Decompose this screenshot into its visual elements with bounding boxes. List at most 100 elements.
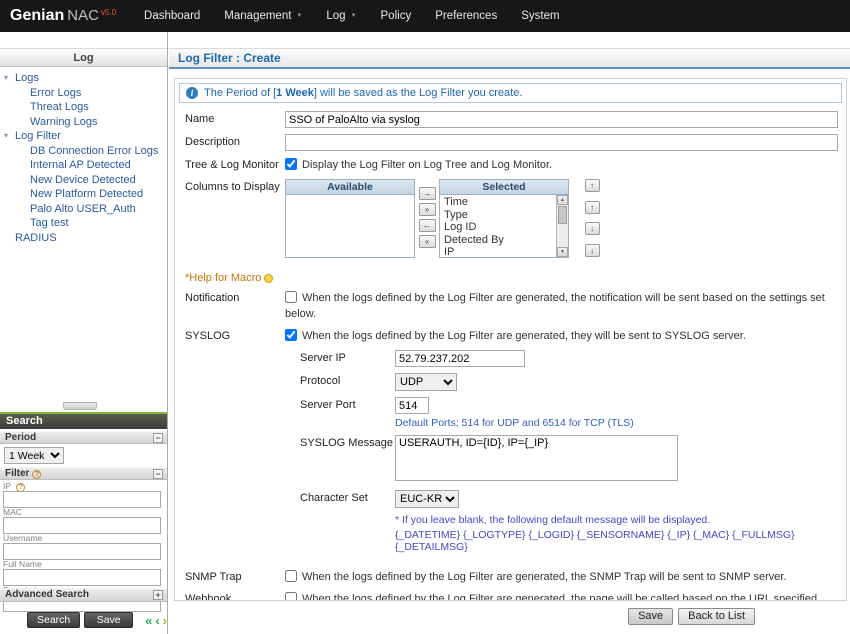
expand-icon[interactable]: + bbox=[153, 590, 163, 600]
move-left-icon[interactable]: ← bbox=[419, 219, 436, 232]
period-select[interactable]: 1 Week bbox=[4, 447, 64, 464]
collapse-icon[interactable]: − bbox=[153, 433, 163, 443]
syslog-message-field[interactable]: USERAUTH, ID={ID}, IP={_IP} bbox=[395, 435, 678, 481]
description-label: Description bbox=[185, 134, 285, 148]
menu-log[interactable]: Log▼ bbox=[314, 0, 368, 32]
scrollbar-thumb[interactable] bbox=[558, 206, 567, 224]
move-up-icon[interactable]: ↑ bbox=[585, 201, 600, 214]
username-filter-input[interactable] bbox=[3, 543, 161, 560]
search-panel-header: Search bbox=[0, 412, 167, 429]
tree-item-radius[interactable]: RADIUS bbox=[0, 231, 167, 246]
move-top-icon[interactable]: ↑ bbox=[585, 179, 600, 192]
tree-item-logs[interactable]: ▾Logs bbox=[0, 71, 167, 86]
server-port-field[interactable] bbox=[395, 397, 429, 414]
port-hint-text: Default Ports; 514 for UDP and 6514 for … bbox=[395, 417, 842, 429]
back-to-list-button[interactable]: Back to List bbox=[678, 608, 755, 625]
selected-column-ip[interactable]: IP bbox=[440, 246, 556, 257]
sidebar: Log ▾Logs Error Logs Threat Logs Warning… bbox=[0, 32, 168, 634]
scroll-up-icon[interactable]: ▲ bbox=[557, 195, 568, 205]
help-for-macro-link[interactable]: *Help for Macro bbox=[185, 272, 273, 284]
scroll-down-icon[interactable]: ▼ bbox=[557, 247, 568, 257]
selected-header: Selected bbox=[440, 180, 568, 195]
lightbulb-icon bbox=[264, 274, 273, 283]
server-port-label: Server Port bbox=[300, 397, 395, 411]
tree-item-palo-alto-user-auth[interactable]: Palo Alto USER_Auth bbox=[0, 202, 167, 217]
tree-item-warning-logs[interactable]: Warning Logs bbox=[0, 115, 167, 130]
app-window: Genian NAC v5.0 Dashboard Management▼ Lo… bbox=[0, 0, 850, 634]
webhook-checkbox[interactable] bbox=[285, 592, 297, 601]
description-field[interactable] bbox=[285, 134, 838, 151]
search-button[interactable]: Search bbox=[27, 612, 80, 628]
notification-checkbox[interactable] bbox=[285, 291, 297, 303]
tree-monitor-checkbox[interactable] bbox=[285, 158, 297, 170]
move-down-icon[interactable]: ↓ bbox=[585, 222, 600, 235]
webhook-label: Webhook bbox=[185, 591, 285, 601]
log-tree: ▾Logs Error Logs Threat Logs Warning Log… bbox=[0, 71, 167, 245]
snmp-trap-checkbox[interactable] bbox=[285, 570, 297, 582]
sidebar-title: Log bbox=[0, 48, 167, 67]
advanced-search-bar[interactable]: Advanced Search + bbox=[0, 588, 167, 602]
protocol-select[interactable]: UDP bbox=[395, 373, 457, 391]
main-area: Log Filter : Create i The Period of [1 W… bbox=[169, 32, 850, 634]
syslog-label: SYSLOG bbox=[185, 328, 285, 342]
tree-item-log-filter[interactable]: ▾Log Filter bbox=[0, 129, 167, 144]
help-icon[interactable]: ? bbox=[32, 470, 41, 479]
transfer-buttons: → » ← « bbox=[415, 179, 439, 248]
selected-column-time[interactable]: Time bbox=[440, 196, 556, 209]
list-scrollbar[interactable]: ▲ ▼ bbox=[556, 195, 568, 257]
fullname-filter-label: Full Name bbox=[0, 560, 167, 569]
fullname-filter-input[interactable] bbox=[3, 569, 161, 586]
tree-monitor-label: Tree & Log Monitor bbox=[185, 157, 285, 171]
previous-icon[interactable]: ‹ bbox=[155, 613, 159, 628]
selected-column-type[interactable]: Type bbox=[440, 209, 556, 222]
menu-preferences[interactable]: Preferences bbox=[423, 0, 509, 32]
order-buttons: ↑ ↑ ↓ ↓ bbox=[581, 179, 603, 257]
logo-brand: Genian bbox=[10, 7, 64, 25]
period-notice: i The Period of [1 Week] will be saved a… bbox=[179, 83, 842, 103]
name-field[interactable] bbox=[285, 111, 838, 128]
tree-item-db-connection-error-logs[interactable]: DB Connection Error Logs bbox=[0, 144, 167, 159]
move-all-right-icon[interactable]: » bbox=[419, 203, 436, 216]
period-section-bar: Period − bbox=[0, 431, 167, 444]
move-all-left-icon[interactable]: « bbox=[419, 235, 436, 248]
selected-columns-list: Selected Time Type Log ID Detected By IP bbox=[439, 179, 569, 258]
collapse-panel-icon[interactable]: « bbox=[145, 613, 152, 628]
menu-dashboard[interactable]: Dashboard bbox=[132, 0, 212, 32]
top-navigation-bar: Genian NAC v5.0 Dashboard Management▼ Lo… bbox=[0, 0, 850, 32]
chevron-down-icon: ▼ bbox=[296, 13, 302, 19]
charset-label: Character Set bbox=[300, 490, 395, 504]
tree-item-new-device-detected[interactable]: New Device Detected bbox=[0, 173, 167, 188]
tree-item-internal-ap-detected[interactable]: Internal AP Detected bbox=[0, 158, 167, 173]
available-header: Available bbox=[286, 180, 414, 195]
app-logo[interactable]: Genian NAC v5.0 bbox=[0, 7, 132, 25]
default-macro-text: {_DATETIME} {_LOGTYPE} {_LOGID} {_SENSOR… bbox=[395, 529, 842, 553]
move-right-icon[interactable]: → bbox=[419, 187, 436, 200]
footer-actions: Save Back to List bbox=[628, 608, 755, 625]
panel-resize-handle[interactable] bbox=[63, 402, 97, 410]
mac-filter-input[interactable] bbox=[3, 517, 161, 534]
menu-system[interactable]: System bbox=[509, 0, 571, 32]
tree-expand-icon[interactable]: ▾ bbox=[4, 129, 8, 144]
tree-item-threat-logs[interactable]: Threat Logs bbox=[0, 100, 167, 115]
tree-item-new-platform-detected[interactable]: New Platform Detected bbox=[0, 187, 167, 202]
menu-policy[interactable]: Policy bbox=[369, 0, 424, 32]
menu-management[interactable]: Management▼ bbox=[212, 0, 314, 32]
tree-expand-icon[interactable]: ▾ bbox=[4, 71, 8, 86]
tree-item-error-logs[interactable]: Error Logs bbox=[0, 86, 167, 101]
tree-item-tag-test[interactable]: Tag test bbox=[0, 216, 167, 231]
selected-column-detectedby[interactable]: Detected By bbox=[440, 234, 556, 247]
save-button[interactable]: Save bbox=[628, 608, 673, 625]
columns-label: Columns to Display bbox=[185, 179, 285, 193]
charset-select[interactable]: EUC-KR bbox=[395, 490, 459, 508]
notification-label: Notification bbox=[185, 290, 285, 304]
collapse-icon[interactable]: − bbox=[153, 469, 163, 479]
save-as-button[interactable]: Save As bbox=[84, 612, 133, 628]
selected-column-logid[interactable]: Log ID bbox=[440, 221, 556, 234]
notice-text: The Period of [1 Week] will be saved as … bbox=[204, 87, 522, 99]
server-ip-field[interactable] bbox=[395, 350, 525, 367]
next-icon[interactable]: › bbox=[163, 613, 167, 628]
syslog-checkbox[interactable] bbox=[285, 329, 297, 341]
available-items[interactable] bbox=[286, 195, 414, 257]
ip-filter-input[interactable] bbox=[3, 491, 161, 508]
move-bottom-icon[interactable]: ↓ bbox=[585, 244, 600, 257]
